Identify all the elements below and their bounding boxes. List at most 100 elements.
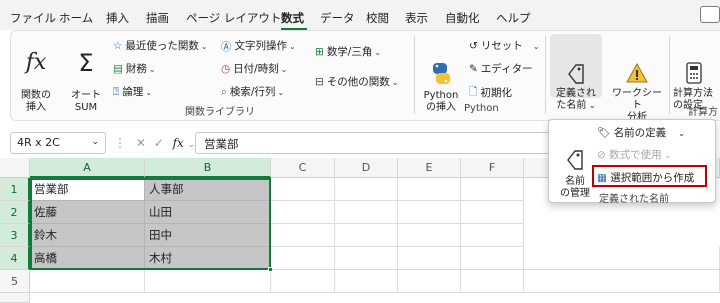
autosum-button[interactable]: Σ オート SUM xyxy=(66,38,106,114)
logical-button[interactable]: ⍰ 論理 ⌄ xyxy=(113,84,152,99)
column-header-e[interactable]: E xyxy=(398,158,461,178)
more-functions-button[interactable]: ⊟ その他の関数 ⌄ xyxy=(315,74,399,89)
cell-d3[interactable] xyxy=(335,224,398,247)
cell-g5[interactable] xyxy=(524,270,720,293)
row-header-4[interactable]: 4 xyxy=(0,247,30,270)
function-library-group-label: 関数ライブラリ xyxy=(185,107,255,118)
insert-function-button[interactable]: fx 関数の 挿入 xyxy=(16,38,56,114)
cell-e5[interactable] xyxy=(398,270,461,293)
cell-b4[interactable]: 木村 xyxy=(145,247,271,270)
name-manager-button[interactable]: 名前 の管理 xyxy=(555,124,595,200)
cell-f3[interactable] xyxy=(461,224,524,247)
column-header-b[interactable]: B xyxy=(145,158,271,178)
tab-formulas[interactable]: 数式 xyxy=(281,10,304,26)
cell-c5[interactable] xyxy=(271,270,335,293)
row-header-6[interactable] xyxy=(0,293,30,303)
row-header-3[interactable]: 3 xyxy=(0,224,30,247)
editor-button[interactable]: ✎ エディター xyxy=(469,61,533,76)
tab-help[interactable]: ヘルプ xyxy=(496,10,531,26)
text-functions-button[interactable]: Ⓐ 文字列操作 ⌄ xyxy=(221,38,296,54)
fx-icon[interactable]: fx xyxy=(173,136,184,150)
defined-names-button[interactable]: 定義され た名前 ⌄ xyxy=(550,34,602,111)
cell-e4[interactable] xyxy=(398,247,461,270)
fx-icon: fx xyxy=(25,50,47,75)
fill-handle[interactable] xyxy=(268,267,273,272)
cell-f4[interactable] xyxy=(461,247,524,270)
enter-icon[interactable]: ✓ xyxy=(154,136,164,150)
comments-icon[interactable] xyxy=(700,6,720,23)
chevron-down-icon[interactable]: ⌄ xyxy=(91,137,99,147)
cell-a5[interactable] xyxy=(30,270,145,293)
cell-e2[interactable] xyxy=(398,201,461,224)
cell-a1[interactable]: 営業部 xyxy=(30,178,145,201)
cell-a4[interactable]: 高橋 xyxy=(30,247,145,270)
column-header-a[interactable]: A xyxy=(30,158,145,178)
reset-button[interactable]: ↺ リセット ⌄ xyxy=(469,38,540,53)
more-functions-icon: ⊟ xyxy=(315,76,324,88)
calc-options-button[interactable]: 計算方法 の設定 xyxy=(673,38,720,112)
column-header-f[interactable]: F xyxy=(461,158,524,178)
cell-c1[interactable] xyxy=(271,178,335,201)
tab-view[interactable]: 表示 xyxy=(405,10,428,26)
cell-d4[interactable] xyxy=(335,247,398,270)
tab-home[interactable]: ホーム xyxy=(59,10,93,26)
initialize-button[interactable]: 🗋 初期化 xyxy=(469,84,512,102)
tab-file[interactable]: ファイル xyxy=(10,10,56,26)
cell-c4[interactable] xyxy=(271,247,335,270)
reset-icon: ↺ xyxy=(469,40,478,52)
cell-b3[interactable]: 田中 xyxy=(145,224,271,247)
tab-data[interactable]: データ xyxy=(320,10,355,26)
cell-f5[interactable] xyxy=(461,270,524,293)
worksheet-analysis-label: ワークシート 分析 xyxy=(612,88,662,123)
tab-insert[interactable]: 挿入 xyxy=(106,10,129,26)
cancel-icon[interactable]: ✕ xyxy=(136,136,146,150)
cell-f1[interactable] xyxy=(461,178,524,201)
calculator-icon xyxy=(685,50,703,84)
insert-python-label: Python の挿入 xyxy=(423,90,459,113)
insert-function-label: 関数の 挿入 xyxy=(21,90,51,113)
tab-page-layout[interactable]: ページ レイアウト xyxy=(186,10,281,26)
math-icon: ⊞ xyxy=(315,46,324,58)
cell-f2[interactable] xyxy=(461,201,524,224)
cell-e3[interactable] xyxy=(398,224,461,247)
cell-b2[interactable]: 山田 xyxy=(145,201,271,224)
cell-g4[interactable] xyxy=(524,247,720,270)
row-header-5[interactable]: 5 xyxy=(0,270,30,293)
python-group-label: Python xyxy=(464,103,499,114)
cell-b5[interactable] xyxy=(145,270,271,293)
calc-group-label: 計算方 xyxy=(688,107,718,118)
worksheet-analysis-button[interactable]: ワークシート 分析 xyxy=(608,38,666,124)
recent-functions-button[interactable]: ☆ 最近使った関数 ⌄ xyxy=(113,38,208,53)
warning-icon xyxy=(625,50,649,83)
name-box[interactable]: 4R x 2C ⌄ xyxy=(10,132,106,154)
column-header-c[interactable]: C xyxy=(271,158,335,178)
menu-bar: ファイル ホーム 挿入 描画 ページ レイアウト 数式 データ 校閲 表示 自動… xyxy=(0,0,720,30)
lookup-button[interactable]: ⌕ 検索/行列 ⌄ xyxy=(221,84,284,99)
datetime-button[interactable]: ◷ 日付/時刻 ⌄ xyxy=(221,61,287,76)
initialize-icon: 🗋 xyxy=(469,86,478,98)
group-separator xyxy=(414,36,415,114)
tab-automate[interactable]: 自動化 xyxy=(445,10,480,26)
row-header-1[interactable]: 1 xyxy=(0,178,30,201)
cell-c3[interactable] xyxy=(271,224,335,247)
cell-d5[interactable] xyxy=(335,270,398,293)
tab-draw[interactable]: 描画 xyxy=(146,10,169,26)
cell-a3[interactable]: 鈴木 xyxy=(30,224,145,247)
insert-python-button[interactable]: Python の挿入 xyxy=(418,38,464,114)
cell-b1[interactable]: 人事部 xyxy=(145,178,271,201)
cell-e1[interactable] xyxy=(398,178,461,201)
column-header-d[interactable]: D xyxy=(335,158,398,178)
cell-d1[interactable] xyxy=(335,178,398,201)
cell-c2[interactable] xyxy=(271,201,335,224)
tag-icon xyxy=(565,50,587,84)
cell-d2[interactable] xyxy=(335,201,398,224)
highlight-box xyxy=(592,165,707,187)
tab-review[interactable]: 校閲 xyxy=(366,10,389,26)
select-all-corner[interactable] xyxy=(0,158,30,178)
cell-a2[interactable]: 佐藤 xyxy=(30,201,145,224)
math-button[interactable]: ⊞ 数学/三角 ⌄ xyxy=(315,44,381,59)
define-name-button[interactable]: 🏷 名前の定義 ⌄ xyxy=(597,125,685,140)
formula-input[interactable]: 営業部 xyxy=(195,132,555,154)
row-header-2[interactable]: 2 xyxy=(0,201,30,224)
financial-button[interactable]: ▤ 財務 ⌄ xyxy=(113,61,156,76)
